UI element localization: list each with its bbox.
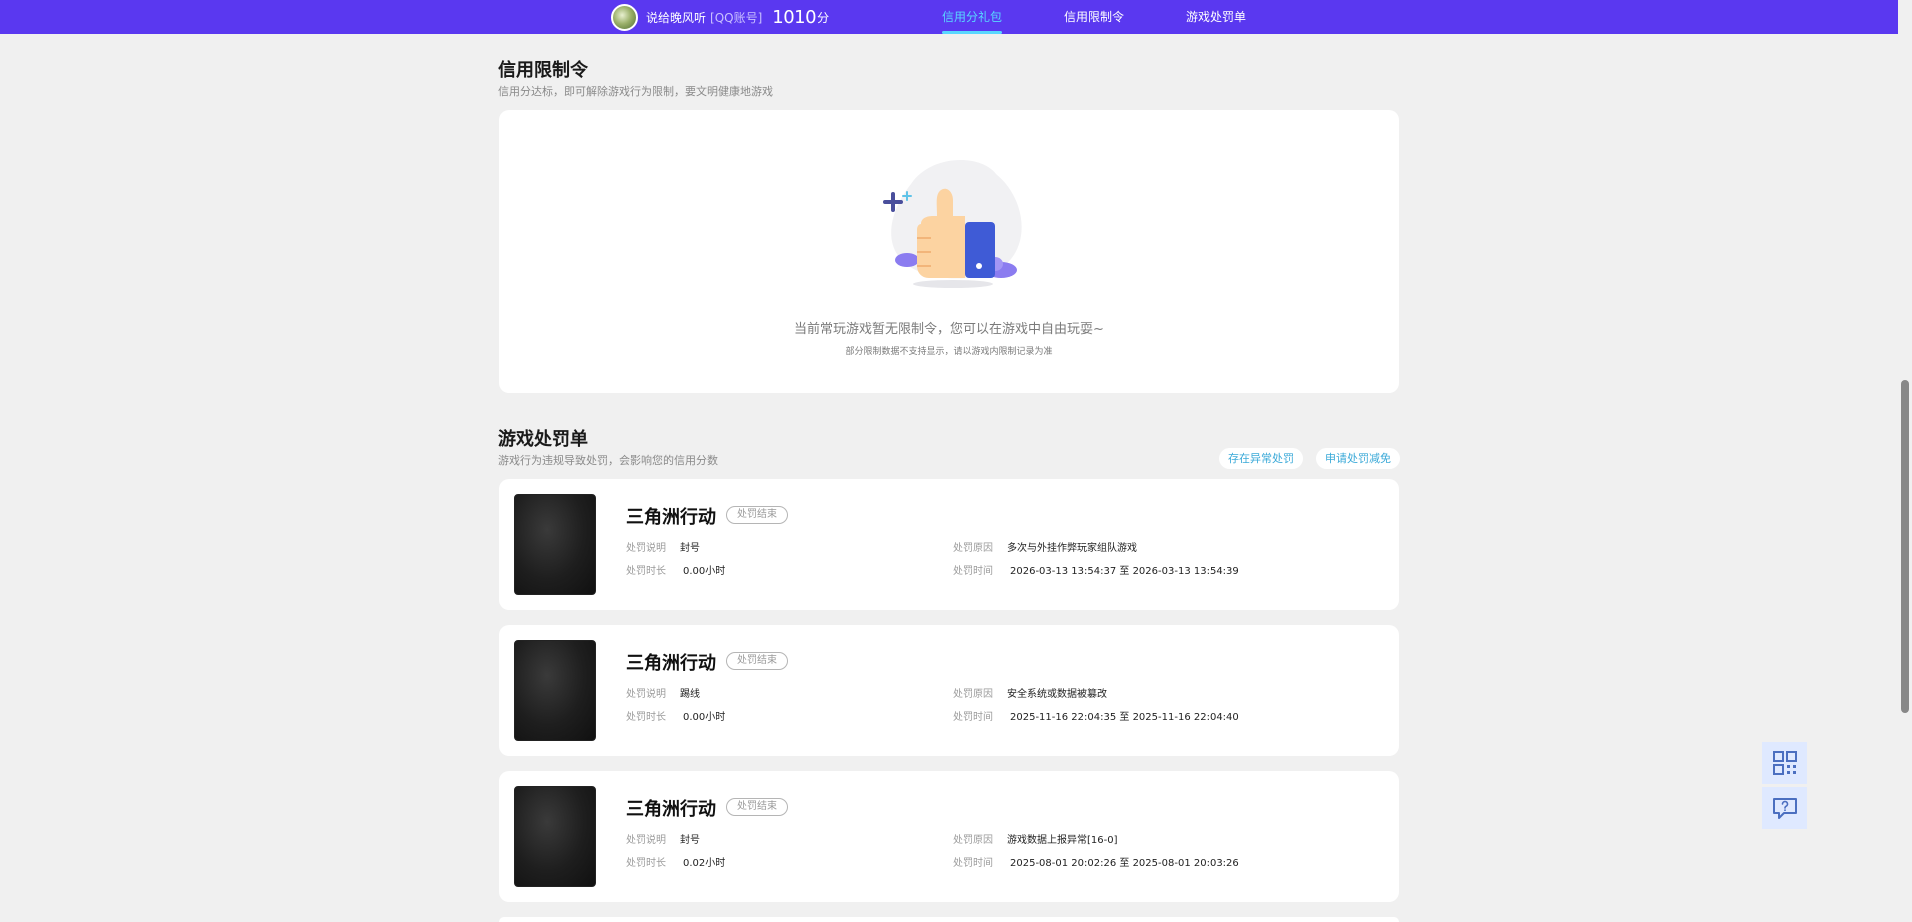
penalty-duration-value: 0.00小时 xyxy=(683,712,726,723)
penalty-subtitle: 游戏行为违规导致处罚，会影响您的信用分数 xyxy=(498,454,718,467)
empty-state-message: 当前常玩游戏暂无限制令，您可以在游戏中自由玩耍~ xyxy=(794,322,1104,337)
penalty-desc-value: 封号 xyxy=(680,543,700,554)
penalty-time-value: 2025-08-01 20:02:26 至 2025-08-01 20:03:2… xyxy=(1010,858,1239,869)
empty-state-note: 部分限制数据不支持显示，请以游戏内限制记录为准 xyxy=(845,347,1053,357)
penalty-duration-label: 处罚时长 xyxy=(626,858,666,869)
penalty-duration-label: 处罚时长 xyxy=(626,712,666,723)
status-badge: 处罚结束 xyxy=(726,506,788,524)
restriction-title: 信用限制令 xyxy=(498,60,588,81)
game-thumbnail xyxy=(514,494,596,595)
penalty-time-label: 处罚时间 xyxy=(953,712,993,723)
penalty-time-value: 2025-11-16 22:04:35 至 2025-11-16 22:04:4… xyxy=(1010,712,1239,723)
penalty-time-label: 处罚时间 xyxy=(953,858,993,869)
status-badge: 处罚结束 xyxy=(726,798,788,816)
thumbs-up-illustration xyxy=(871,154,1031,294)
game-name: 三角洲行动 xyxy=(626,799,716,820)
game-thumbnail xyxy=(514,786,596,887)
apply-reduction-button[interactable]: 申请处罚减免 xyxy=(1316,448,1400,469)
avatar[interactable] xyxy=(611,3,638,31)
penalty-reason-value: 多次与外挂作弊玩家组队游戏 xyxy=(1007,543,1137,554)
penalty-reason-label: 处罚原因 xyxy=(953,689,993,700)
penalty-time-label: 处罚时间 xyxy=(953,566,993,577)
user-info: 说给晚风听 [QQ账号] 1010 分 xyxy=(611,3,829,31)
game-thumbnail xyxy=(514,640,596,741)
tab-credit-gift[interactable]: 信用分礼包 xyxy=(942,0,1003,34)
penalty-duration-label: 处罚时长 xyxy=(626,566,666,577)
credit-score-unit: 分 xyxy=(817,10,830,25)
penalty-title: 游戏处罚单 xyxy=(498,429,588,450)
penalty-card[interactable]: 三角洲行动 处罚结束 处罚说明 封号 处罚时长 0.02小时 处罚原因 游戏数据… xyxy=(499,771,1399,902)
penalty-desc-label: 处罚说明 xyxy=(626,543,666,554)
penalty-desc-label: 处罚说明 xyxy=(626,835,666,846)
penalty-time-value: 2026-03-13 13:54:37 至 2026-03-13 13:54:3… xyxy=(1010,566,1239,577)
penalty-duration-value: 0.02小时 xyxy=(683,858,726,869)
penalty-duration-value: 0.00小时 xyxy=(683,566,726,577)
username: 说给晚风听 xyxy=(646,10,707,25)
qrcode-button[interactable] xyxy=(1762,742,1807,784)
feedback-button[interactable] xyxy=(1762,787,1807,829)
restriction-subtitle: 信用分达标，即可解除游戏行为限制，要文明健康地游戏 xyxy=(498,85,773,98)
top-bar: 说给晚风听 [QQ账号] 1010 分 信用分礼包 信用限制令 游戏处罚单 xyxy=(0,0,1912,34)
status-badge: 处罚结束 xyxy=(726,652,788,670)
penalty-desc-value: 踢线 xyxy=(680,689,700,700)
penalty-reason-value: 安全系统或数据被篡改 xyxy=(1007,689,1107,700)
penalty-reason-value: 游戏数据上报异常[16-0] xyxy=(1007,835,1118,846)
game-name: 三角洲行动 xyxy=(626,653,716,674)
nav-tabs: 信用分礼包 信用限制令 游戏处罚单 xyxy=(942,0,1308,34)
penalty-card[interactable]: 三角洲行动 处罚结束 处罚说明 踢线 处罚时长 0.00小时 处罚原因 安全系统… xyxy=(499,625,1399,756)
restriction-empty-card: 当前常玩游戏暂无限制令，您可以在游戏中自由玩耍~ 部分限制数据不支持显示，请以游… xyxy=(499,110,1399,393)
abnormal-penalty-button[interactable]: 存在异常处罚 xyxy=(1219,448,1303,469)
penalty-reason-label: 处罚原因 xyxy=(953,835,993,846)
account-type: [QQ账号] xyxy=(710,10,763,25)
qrcode-icon xyxy=(1772,751,1797,775)
credit-score: 1010 xyxy=(772,6,817,28)
game-name: 三角洲行动 xyxy=(626,507,716,528)
tab-game-penalty[interactable]: 游戏处罚单 xyxy=(1186,0,1246,34)
penalty-card[interactable]: 三角洲行动 处罚结束 处罚说明 封号 处罚时长 0.00小时 处罚原因 多次与外… xyxy=(499,479,1399,610)
penalty-reason-label: 处罚原因 xyxy=(953,543,993,554)
penalty-desc-label: 处罚说明 xyxy=(626,689,666,700)
penalty-desc-value: 封号 xyxy=(680,835,700,846)
tab-credit-restriction[interactable]: 信用限制令 xyxy=(1064,0,1124,34)
feedback-icon xyxy=(1772,798,1797,819)
scrollbar-thumb[interactable] xyxy=(1901,380,1909,713)
penalty-card[interactable] xyxy=(499,917,1399,922)
